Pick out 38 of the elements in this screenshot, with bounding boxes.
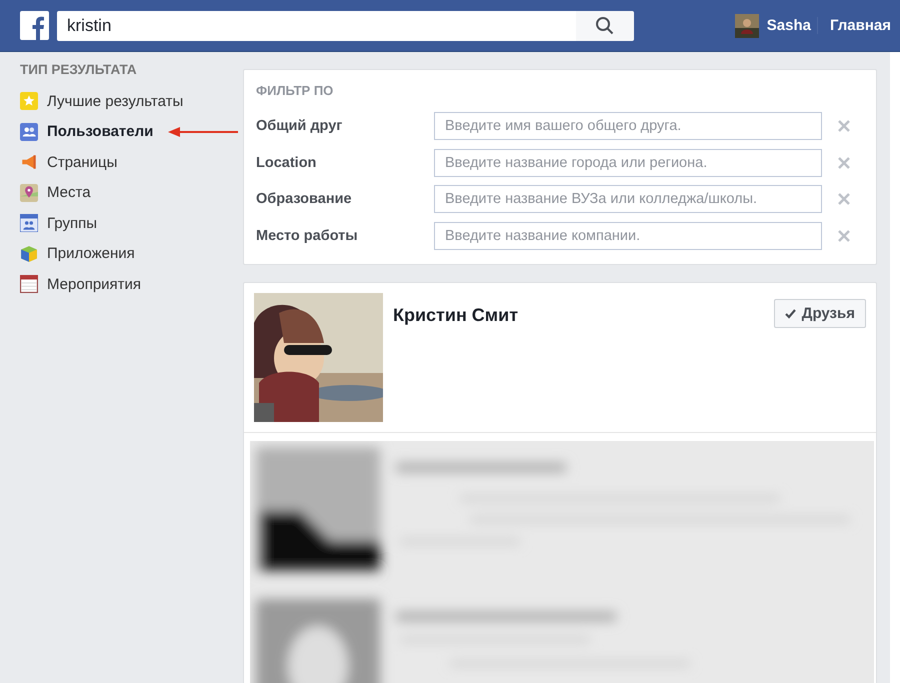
close-icon[interactable]: [836, 154, 852, 171]
search-button[interactable]: [576, 10, 634, 40]
filter-input[interactable]: Введите имя вашего общего друга.: [434, 112, 822, 140]
close-icon[interactable]: [836, 118, 852, 134]
search-icon: [595, 16, 615, 36]
filter-input[interactable]: Введите название ВУЗа или колледжа/школы.: [434, 185, 822, 214]
search-field[interactable]: kristin: [57, 10, 576, 40]
sidebar-item[interactable]: Страницы: [20, 147, 243, 178]
sidebar-item[interactable]: Приложения: [20, 238, 243, 269]
filter-label: Место работы: [256, 228, 359, 244]
map-pin-icon: [20, 184, 38, 202]
sidebar-item[interactable]: Лучшие результаты: [20, 86, 243, 116]
person-name[interactable]: Кристин Смит: [393, 305, 774, 422]
close-icon[interactable]: [836, 228, 852, 244]
sidebar-item[interactable]: Мероприятия: [20, 269, 243, 300]
app-cube-icon: [20, 244, 38, 263]
sidebar-item[interactable]: Группы: [20, 208, 243, 238]
arrow-icon: [168, 126, 238, 137]
logo-icon[interactable]: [20, 11, 49, 40]
section-heading: ТИП РЕЗУЛЬТАТА: [20, 62, 138, 79]
close-icon[interactable]: [836, 191, 852, 208]
avatar[interactable]: [734, 14, 759, 38]
home-link[interactable]: Главная: [816, 17, 900, 34]
filter-label: Location: [256, 154, 318, 171]
calendar-icon: [20, 275, 38, 294]
filter-input[interactable]: Введите название города или региона.: [434, 148, 822, 177]
sidebar-item[interactable]: Пользователи: [20, 116, 243, 147]
filter-input[interactable]: Введите название компании.: [434, 222, 822, 250]
megaphone-icon: [20, 153, 38, 172]
people-icon: [20, 122, 38, 141]
filter-label: Образование: [256, 191, 353, 208]
sidebar-item[interactable]: Места: [20, 178, 243, 208]
checkmark-icon: [784, 308, 796, 319]
friends-button[interactable]: Друзья: [774, 299, 866, 328]
filter-heading: ФИЛЬТР ПО: [256, 83, 334, 98]
user-name[interactable]: Sasha: [766, 17, 811, 34]
group-icon: [20, 214, 38, 232]
filter-label: Общий друг: [256, 118, 344, 134]
